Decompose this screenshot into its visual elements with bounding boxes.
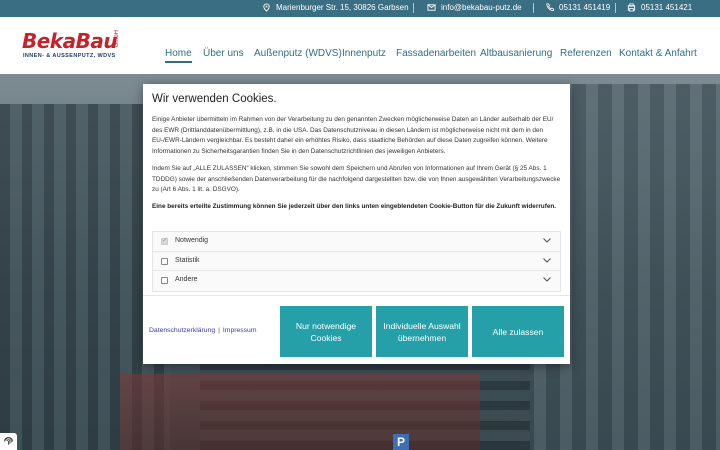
topbar-divider bbox=[413, 3, 414, 13]
nav-item-aussenputz[interactable]: Außenputz (WDVS) bbox=[254, 48, 342, 59]
option-label: Statistik bbox=[175, 256, 200, 264]
email-link[interactable]: info@bekabau-putz.de bbox=[441, 3, 522, 12]
option-label: Notwendig bbox=[175, 237, 209, 244]
andere-checkbox[interactable] bbox=[161, 277, 168, 284]
dialog-title: Wir verwenden Cookies. bbox=[152, 93, 277, 105]
topbar-divider bbox=[615, 3, 616, 13]
nav-item-home[interactable]: Home bbox=[165, 48, 192, 63]
nav-item-kontakt[interactable]: Kontakt & Anfahrt bbox=[619, 48, 697, 59]
top-contact-bar: Marienburger Str. 15, 30826 Garbsen info… bbox=[0, 0, 720, 17]
notwendig-checkbox bbox=[161, 236, 168, 245]
address-text: Marienburger Str. 15, 30826 Garbsen bbox=[276, 3, 409, 12]
phone-text[interactable]: 05131 451419 bbox=[559, 3, 610, 12]
imprint-link[interactable]: Impressum bbox=[223, 327, 257, 334]
chevron-down-icon[interactable] bbox=[542, 235, 552, 245]
individual-selection-button[interactable]: Individuelle Auswahl übernehmen bbox=[376, 306, 468, 357]
fax-icon bbox=[627, 3, 636, 12]
nav-item-ueber-uns[interactable]: Über uns bbox=[203, 48, 244, 59]
nav-item-altbausanierung[interactable]: Altbausanierung bbox=[480, 48, 552, 59]
topbar-divider bbox=[533, 3, 534, 13]
cookie-consent-dialog: Wir verwenden Cookies. Einige Anbieter ü… bbox=[143, 84, 570, 364]
chevron-down-icon[interactable] bbox=[542, 255, 552, 265]
phone-item[interactable]: 05131 451419 bbox=[545, 3, 610, 12]
necessary-cookies-button[interactable]: Nur notwendige Cookies bbox=[280, 306, 372, 357]
dialog-paragraph-consent: Indem Sie auf „ALLE ZULASSEN“ klicken, s… bbox=[152, 165, 561, 194]
statistik-checkbox[interactable] bbox=[161, 257, 168, 265]
dialog-divider bbox=[143, 295, 570, 296]
privacy-policy-link[interactable]: Datenschutzerklärung bbox=[149, 327, 215, 334]
dialog-paragraph-transfer: Einige Anbieter übermitteln im Rahmen vo… bbox=[152, 116, 554, 156]
phone-icon bbox=[546, 3, 554, 12]
option-andere[interactable]: Andere bbox=[153, 271, 560, 291]
option-statistik[interactable]: Statistik bbox=[153, 251, 560, 271]
site-header: BekaBau GmbH INNEN- & AUSSENPUTZ, WDVS H… bbox=[0, 17, 720, 74]
fax-text[interactable]: 05131 451421 bbox=[641, 3, 692, 12]
dialog-links: Datenschutzerklärung | Impressum bbox=[149, 327, 257, 334]
address-item: Marienburger Str. 15, 30826 Garbsen bbox=[262, 3, 409, 12]
option-notwendig[interactable]: Notwendig bbox=[153, 232, 560, 252]
mail-icon bbox=[427, 4, 436, 11]
cookie-options-list: Notwendig Statistik Andere bbox=[152, 231, 561, 292]
nav-item-referenzen[interactable]: Referenzen bbox=[560, 48, 612, 59]
main-navigation: Home Über uns Außenputz (WDVS) Innenputz… bbox=[0, 48, 720, 63]
fax-item[interactable]: 05131 451421 bbox=[627, 3, 692, 12]
option-label: Andere bbox=[175, 276, 198, 283]
building-facade bbox=[120, 374, 480, 450]
link-separator: | bbox=[218, 327, 220, 334]
dialog-paragraph-revoke: Eine bereits erteilte Zustimmung können … bbox=[152, 203, 557, 210]
nav-item-innenputz[interactable]: Innenputz bbox=[342, 48, 386, 59]
cookie-settings-button[interactable] bbox=[0, 433, 17, 450]
fingerprint-icon bbox=[3, 436, 14, 445]
parking-sign: P bbox=[393, 434, 409, 450]
logo-suffix: GmbH bbox=[114, 30, 120, 48]
location-pin-icon bbox=[263, 3, 270, 12]
accept-all-button[interactable]: Alle zulassen bbox=[472, 306, 564, 357]
chevron-down-icon[interactable] bbox=[542, 274, 552, 284]
nav-item-fassadenarbeiten[interactable]: Fassadenarbeiten bbox=[396, 48, 476, 59]
email-item[interactable]: info@bekabau-putz.de bbox=[427, 3, 522, 12]
